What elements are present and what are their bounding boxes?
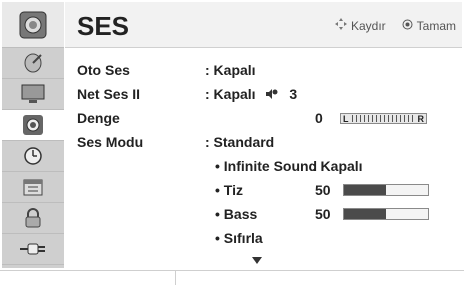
tv-menu-window: SES Kaydır Tamam Oto Ses: Kapalı Net Se… [0,0,464,270]
lock-icon [25,208,41,228]
denge-row[interactable]: Denge 0 L R [65,106,462,130]
sidebar-item-lock[interactable] [2,203,64,234]
denge-label: Denge [77,110,120,126]
net-ses-level: 3 [289,86,298,102]
tiz-row[interactable]: • Tiz 50 [65,178,462,202]
balance-ticks [351,115,415,122]
oto-ses-label: Oto Ses [77,62,130,78]
sidebar-item-time[interactable] [2,141,64,172]
sidebar-item-media[interactable] [2,265,64,268]
balance-right-label: R [417,113,425,124]
bottom-divider-tick [175,271,176,285]
bass-level-bar[interactable] [343,208,429,220]
settings-list: Oto Ses : Kapalı Net Ses II : Kapalı 3 D… [65,48,462,268]
infinite-sound-row[interactable]: • Infinite Sound : Kapalı [65,154,462,178]
sidebar-item-display[interactable] [2,79,64,110]
net-ses-value-group: : Kapalı 3 [205,86,297,102]
satellite-dish-icon [24,53,42,73]
infinite-sound-label: • Infinite Sound [215,158,318,174]
denge-value: 0 [315,110,323,126]
sidebar-item-schedule[interactable] [2,172,64,203]
sidebar-menu [2,2,64,268]
speaker-icon [23,115,43,135]
net-ses-label: Net Ses II [77,86,141,102]
ok-button-icon [402,19,413,33]
monitor-icon [21,84,45,103]
menu-header: SES Kaydır Tamam [65,2,462,48]
sidebar-item-picture[interactable] [2,2,64,48]
bass-row[interactable]: • Bass 50 [65,202,462,226]
bass-level-fill [344,209,386,219]
tiz-level-fill [344,185,386,195]
sifirla-row[interactable]: • Sıfırla [65,226,462,250]
tiz-label: • Tiz [215,182,243,198]
scroll-down-arrow-icon[interactable] [252,257,262,264]
page-title: SES [77,11,130,41]
balance-left-label: L [343,113,349,124]
hint-ok-label: Tamam [416,18,456,33]
hint-scroll-label: Kaydır [350,18,386,33]
infinite-sound-value: : Kapalı [312,158,363,174]
ses-modu-value: : Standard [205,134,275,150]
net-ses-row[interactable]: Net Ses II : Kapalı 3 [65,82,462,106]
tiz-value: 50 [315,182,331,198]
clock-icon [24,147,42,165]
oto-ses-value: : Kapalı [205,62,256,78]
sidebar-item-audio[interactable] [2,110,64,141]
input-plug-icon [20,243,45,255]
sifirla-label: • Sıfırla [215,230,263,246]
bottom-divider [0,270,464,271]
sidebar-item-input[interactable] [2,234,64,265]
oto-ses-row[interactable]: Oto Ses : Kapalı [65,58,462,82]
sidebar-item-channel[interactable] [2,48,64,79]
dpad-icon [334,18,347,33]
balance-slider[interactable]: L R [340,113,427,124]
tiz-level-bar[interactable] [343,184,429,196]
ses-modu-row[interactable]: Ses Modu : Standard [65,130,462,154]
navigation-hint: Kaydır Tamam [334,18,456,33]
bass-value: 50 [315,206,331,222]
voice-icon [266,89,278,99]
calendar-icon [23,179,43,196]
picture-settings-icon [19,11,47,38]
bass-label: • Bass [215,206,258,222]
ses-modu-label: Ses Modu [77,134,144,150]
net-ses-value: : Kapalı [205,86,256,102]
